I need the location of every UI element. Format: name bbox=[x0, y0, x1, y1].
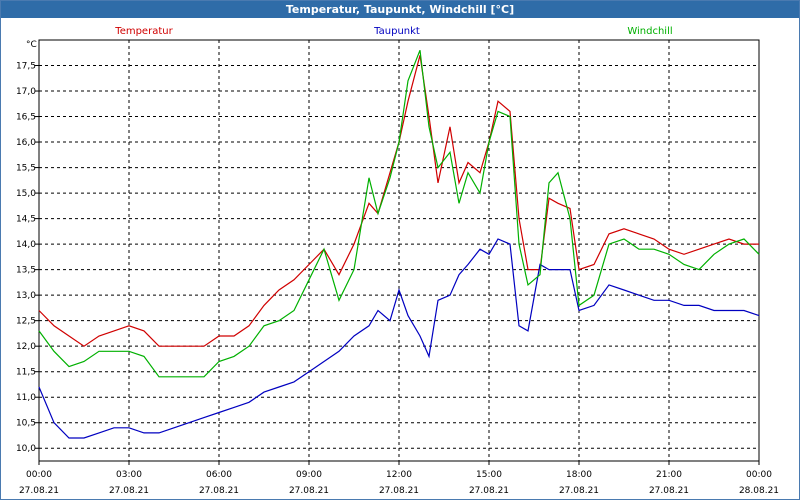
series-line-temperatur bbox=[38, 55, 759, 347]
x-tick-time: 06:00 bbox=[206, 470, 232, 480]
legend-windchill: Windchill bbox=[627, 26, 672, 37]
x-tick-time: 15:00 bbox=[476, 470, 502, 480]
x-tick-time: 18:00 bbox=[566, 470, 592, 480]
y-tick-label: 14,5 bbox=[16, 215, 36, 225]
x-tick-date: 27.08.21 bbox=[109, 486, 149, 496]
x-tick-date: 27.08.21 bbox=[289, 486, 329, 496]
x-tick-date: 27.08.21 bbox=[559, 486, 599, 496]
x-tick-date: 27.08.21 bbox=[649, 486, 689, 496]
y-tick-label: 11,5 bbox=[16, 368, 36, 378]
legend: Temperatur Taupunkt Windchill bbox=[114, 26, 672, 37]
x-tick-time: 00:00 bbox=[746, 470, 772, 480]
x-ticks: 00:00 27.08.21 03:00 27.08.21 06:00 27.08.21 0… bbox=[19, 461, 779, 496]
y-tick-label: 12,0 bbox=[16, 342, 36, 352]
x-tick-date: 28.08.21 bbox=[739, 486, 779, 496]
grid bbox=[39, 40, 759, 461]
legend-temperatur: Temperatur bbox=[114, 26, 173, 37]
legend-taupunkt: Taupunkt bbox=[373, 26, 420, 37]
series-line-windchill bbox=[38, 49, 760, 378]
x-tick-time: 12:00 bbox=[386, 470, 412, 480]
y-ticks: 10,0 10,5 11,0 11,5 12,0 12,5 13,0 13,5 14,0 14,5… bbox=[16, 62, 39, 454]
y-tick-label: 17,5 bbox=[16, 62, 36, 72]
x-tick-date: 27.08.21 bbox=[199, 486, 239, 496]
y-tick-label: 14,0 bbox=[16, 240, 36, 250]
y-tick-label: 10,5 bbox=[16, 419, 36, 429]
x-tick-time: 03:00 bbox=[116, 470, 142, 480]
y-tick-label: 16,0 bbox=[16, 138, 36, 148]
y-axis-label: °C bbox=[26, 40, 37, 50]
x-tick-time: 09:00 bbox=[296, 470, 322, 480]
x-tick-date: 27.08.21 bbox=[19, 486, 59, 496]
y-tick-label: 10,0 bbox=[16, 444, 36, 454]
y-tick-label: 15,5 bbox=[16, 164, 36, 174]
x-tick-time: 00:00 bbox=[26, 470, 52, 480]
y-tick-label: 13,0 bbox=[16, 291, 36, 301]
x-tick-date: 27.08.21 bbox=[469, 486, 509, 496]
y-tick-label: 13,5 bbox=[16, 266, 36, 276]
line-chart: °C 10,010,511,011,512,012,513,013,514,01… bbox=[16, 26, 779, 496]
y-tick-label: 16,5 bbox=[16, 113, 36, 123]
y-tick-label: 11,0 bbox=[16, 393, 36, 403]
y-tick-label: 12,5 bbox=[16, 317, 36, 327]
x-tick-date: 27.08.21 bbox=[379, 486, 419, 496]
y-tick-label: 17,0 bbox=[16, 87, 36, 97]
y-tick-label: 15,0 bbox=[16, 189, 36, 199]
x-tick-time: 21:00 bbox=[656, 470, 682, 480]
